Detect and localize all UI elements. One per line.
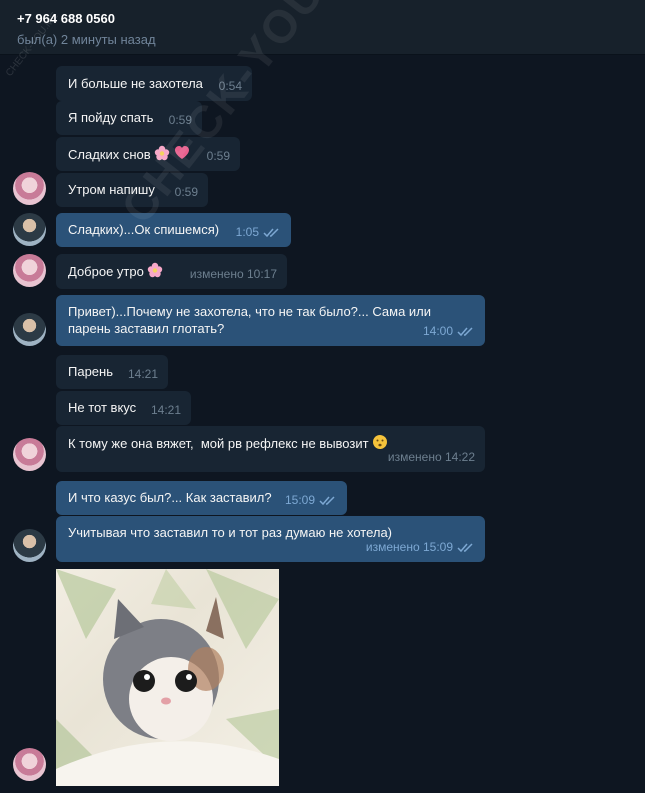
message-incoming[interactable]: И больше не захотела 0:54: [56, 66, 252, 101]
contact-name[interactable]: +7 964 688 0560: [17, 11, 115, 26]
user-avatar[interactable]: [13, 529, 46, 562]
message-incoming[interactable]: Утром напишу 0:59: [56, 173, 208, 207]
message-text: Учитывая что заставил то и тот раз думаю…: [68, 525, 393, 540]
contact-avatar[interactable]: [13, 748, 46, 781]
message-time: 14:21: [150, 403, 181, 417]
flower-emoji: [155, 145, 170, 161]
read-checkmarks-icon: [457, 326, 473, 336]
heart-emoji: [174, 146, 189, 159]
kitten-photo[interactable]: [56, 569, 279, 786]
read-checkmarks-icon: [263, 227, 279, 237]
user-avatar[interactable]: [13, 313, 46, 346]
message-time: 0:59: [168, 113, 192, 127]
read-checkmarks-icon: [457, 542, 473, 552]
message-text: Сладких снов: [68, 147, 151, 162]
message-text: Сладких)...Ок спишемся): [68, 222, 220, 237]
message-incoming[interactable]: Я пойду спать 0:59: [56, 101, 202, 135]
message-text: Доброе утро: [68, 264, 144, 279]
kitten-image: [56, 569, 279, 786]
message-text: Утром напишу: [68, 182, 155, 197]
message-incoming[interactable]: К тому же она вяжет, мой рв рефлекс не в…: [56, 426, 485, 472]
contact-avatar[interactable]: [13, 438, 46, 471]
message-time: изменено 10:17: [189, 267, 277, 281]
message-text: И больше не захотела: [68, 76, 203, 91]
message-outgoing[interactable]: И что казус был?... Как заставил? 15:09: [56, 481, 347, 515]
chat-header[interactable]: +7 964 688 0560 был(а) 2 минуты назад: [0, 0, 645, 55]
message-text: Привет)...Почему не захотела, что не так…: [68, 304, 432, 336]
message-time: 0:59: [174, 185, 198, 199]
contact-avatar[interactable]: [13, 254, 46, 287]
message-incoming[interactable]: Доброе утро изменено 10:17: [56, 254, 287, 289]
hush-emoji: [373, 435, 388, 449]
message-time: 15:09: [285, 492, 337, 509]
message-time: изменено 14:22: [387, 450, 475, 464]
message-incoming[interactable]: Сладких снов 0:59: [56, 137, 240, 171]
message-outgoing[interactable]: Учитывая что заставил то и тот раз думаю…: [56, 516, 485, 562]
message-outgoing[interactable]: Привет)...Почему не захотела, что не так…: [56, 295, 485, 346]
message-time: 14:21: [127, 367, 158, 381]
message-text: Парень: [68, 364, 113, 379]
message-text: К тому же она вяжет, мой рв рефлекс не в…: [68, 436, 369, 451]
message-time: 1:05: [236, 224, 281, 241]
user-avatar[interactable]: [13, 213, 46, 246]
message-text: Я пойду спать: [68, 110, 154, 125]
read-checkmarks-icon: [319, 495, 335, 505]
message-time: 14:00: [423, 323, 475, 340]
message-incoming[interactable]: Парень 14:21: [56, 355, 168, 389]
flower-emoji: [148, 262, 163, 278]
message-text: И что казус был?... Как заставил?: [68, 490, 272, 505]
message-time: 0:54: [218, 79, 242, 93]
message-incoming[interactable]: Не тот вкус 14:21: [56, 391, 191, 425]
message-time: 0:59: [206, 149, 230, 163]
message-text: Не тот вкус: [68, 400, 137, 415]
message-outgoing[interactable]: Сладких)...Ок спишемся) 1:05: [56, 213, 291, 247]
message-time: изменено 15:09: [366, 539, 475, 556]
contact-avatar[interactable]: [13, 172, 46, 205]
